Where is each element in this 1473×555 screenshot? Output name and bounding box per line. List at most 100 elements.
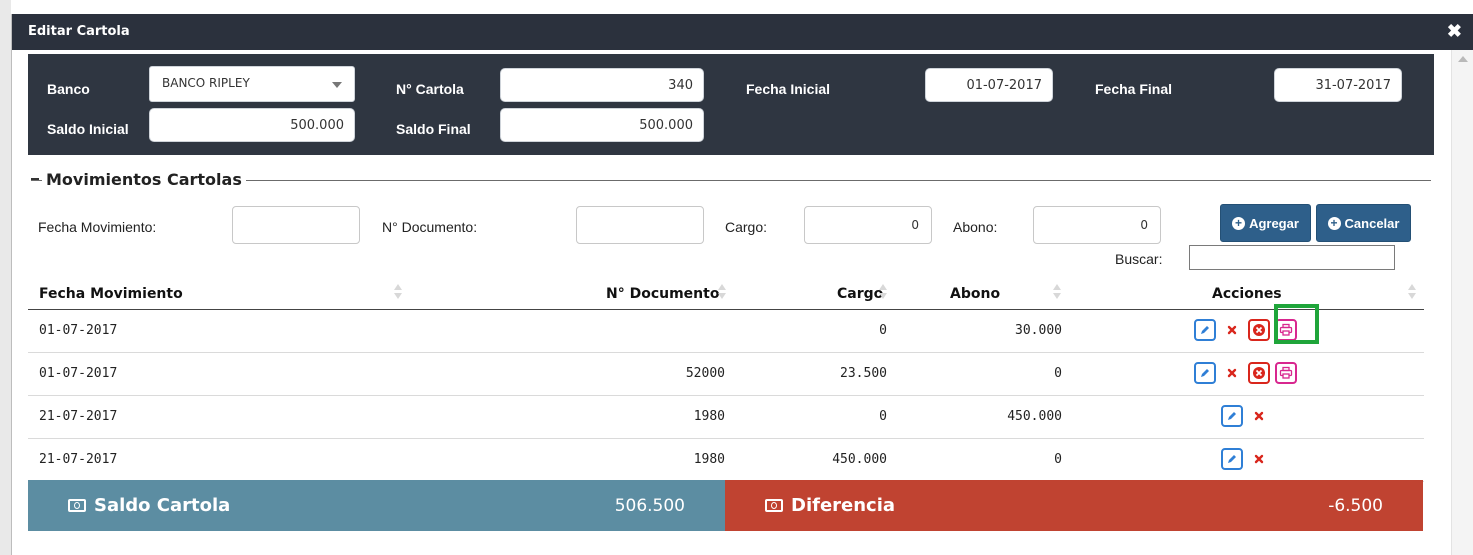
edit-button[interactable] (1220, 405, 1243, 427)
column-header-cargo[interactable]: Cargo (837, 286, 883, 302)
delete-button[interactable] (1220, 319, 1243, 341)
cell-documento: 1980 (693, 409, 725, 424)
saldo-cartola-title: Saldo Cartola (68, 495, 230, 516)
edit-button[interactable] (1193, 319, 1216, 341)
background-page (0, 0, 11, 555)
cell-documento: 52000 (685, 366, 725, 381)
chevron-down-icon (332, 82, 342, 88)
highlight-box (1274, 304, 1319, 344)
cell-cargo: 0 (879, 323, 887, 338)
sort-icon[interactable] (718, 284, 726, 300)
sort-icon[interactable] (1408, 284, 1416, 300)
column-header-fecha[interactable]: Fecha Movimiento (39, 286, 183, 302)
saldo-cartola-panel: Saldo Cartola 506.500 (28, 480, 725, 531)
fecha-inicial-label: Fecha Inicial (746, 81, 831, 97)
saldo-final-label: Saldo Final (396, 121, 471, 137)
column-header-abono[interactable]: Abono (950, 286, 1000, 302)
abono-input[interactable]: 0 (1033, 206, 1161, 244)
delete-button[interactable] (1220, 362, 1243, 384)
delete-x-icon (1253, 410, 1265, 422)
edit-button[interactable] (1193, 362, 1216, 384)
table-row: 01-07-2017 52000 23.500 0 (28, 353, 1424, 396)
cell-documento: 1980 (693, 452, 725, 467)
cancel-circle-icon (1252, 366, 1266, 380)
edit-button[interactable] (1220, 448, 1243, 470)
plus-circle-icon: + (1232, 216, 1246, 230)
saldo-cartola-label: Saldo Cartola (94, 495, 231, 516)
agregar-button[interactable]: + Agregar (1220, 204, 1311, 242)
cell-cargo: 23.500 (840, 366, 887, 381)
fecha-final-input[interactable]: 31-07-2017 (1274, 68, 1402, 102)
table-row: 21-07-2017 1980 0 450.000 (28, 396, 1424, 439)
banco-select-value: BANCO RIPLEY (162, 76, 250, 90)
saldo-final-input[interactable]: 500.000 (500, 108, 704, 142)
fecha-movimiento-input[interactable] (232, 206, 360, 244)
cell-abono: 0 (1054, 452, 1062, 467)
print-button[interactable] (1274, 362, 1297, 384)
modal-titlebar: Editar Cartola ✖ (12, 14, 1473, 50)
cartola-input[interactable]: 340 (500, 68, 704, 102)
cell-abono: 30.000 (1015, 323, 1062, 338)
cancel-circle-icon (1252, 323, 1266, 337)
delete-x-icon (1253, 453, 1265, 465)
abono-label: Abono: (953, 219, 998, 235)
money-icon (765, 499, 783, 512)
plus-circle-icon: + (1327, 216, 1341, 230)
scroll-up-arrow-icon[interactable] (1458, 56, 1468, 62)
fecha-movimiento-label: Fecha Movimiento: (38, 219, 157, 235)
cell-cargo: 450.000 (832, 452, 887, 467)
annul-button[interactable] (1247, 362, 1270, 384)
edit-pencil-icon (1226, 453, 1238, 465)
cancelar-button-label: Cancelar (1344, 215, 1400, 231)
row-actions (1220, 448, 1270, 470)
delete-button[interactable] (1247, 448, 1270, 470)
edit-pencil-icon (1199, 367, 1211, 379)
cell-fecha: 01-07-2017 (39, 323, 118, 338)
column-header-acciones[interactable]: Acciones (1212, 286, 1282, 302)
cell-cargo: 0 (879, 409, 887, 424)
buscar-label: Buscar: (1115, 251, 1163, 267)
cargo-label: Cargo: (725, 219, 768, 235)
cell-fecha: 01-07-2017 (39, 366, 118, 381)
cartola-label: N° Cartola (396, 81, 464, 97)
money-icon (68, 499, 86, 512)
sort-icon[interactable] (394, 284, 402, 300)
row-actions (1193, 362, 1297, 384)
cargo-input[interactable]: 0 (804, 206, 932, 244)
delete-x-icon (1226, 367, 1238, 379)
cell-fecha: 21-07-2017 (39, 409, 118, 424)
column-header-documento[interactable]: N° Documento (606, 286, 719, 302)
documento-label: N° Documento: (382, 219, 478, 235)
diferencia-panel: Diferencia -6.500 (725, 480, 1423, 531)
modal-scrollbar[interactable] (1451, 50, 1473, 555)
sort-icon[interactable] (879, 284, 887, 300)
agregar-button-label: Agregar (1249, 215, 1299, 231)
banco-label: Banco (47, 81, 90, 97)
fecha-inicial-input[interactable]: 01-07-2017 (925, 68, 1053, 102)
fecha-final-label: Fecha Final (1095, 81, 1173, 97)
close-icon[interactable]: ✖ (1447, 21, 1462, 42)
edit-pencil-icon (1199, 324, 1211, 336)
delete-button[interactable] (1247, 405, 1270, 427)
delete-x-icon (1226, 324, 1238, 336)
documento-input[interactable] (576, 206, 704, 244)
annul-button[interactable] (1247, 319, 1270, 341)
sort-icon[interactable] (1053, 284, 1061, 300)
diferencia-value: -6.500 (1328, 496, 1383, 516)
section-title: Movimientos Cartolas (42, 170, 246, 189)
edit-pencil-icon (1226, 410, 1238, 422)
buscar-input[interactable] (1189, 245, 1395, 270)
cell-abono: 450.000 (1007, 409, 1062, 424)
print-icon (1279, 366, 1293, 380)
table-row: 21-07-2017 1980 450.000 0 (28, 439, 1424, 482)
diferencia-label: Diferencia (791, 495, 896, 516)
row-actions (1220, 405, 1270, 427)
banco-select[interactable]: BANCO RIPLEY (149, 66, 355, 102)
saldo-inicial-input[interactable]: 500.000 (149, 108, 355, 142)
cancelar-button[interactable]: + Cancelar (1316, 204, 1411, 242)
modal-title: Editar Cartola (28, 24, 130, 39)
cell-fecha: 21-07-2017 (39, 452, 118, 467)
saldo-cartola-value: 506.500 (614, 496, 685, 516)
diferencia-title: Diferencia (765, 495, 895, 516)
cell-abono: 0 (1054, 366, 1062, 381)
